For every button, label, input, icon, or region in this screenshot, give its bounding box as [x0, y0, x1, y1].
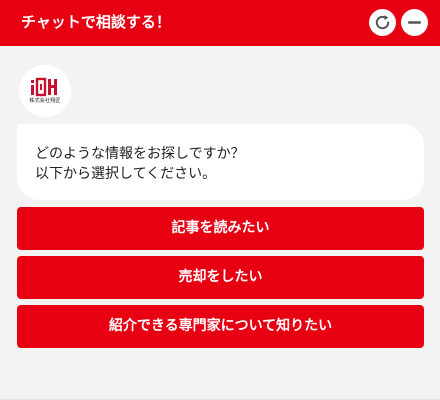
chat-header: チャットで相談する！ — [0, 0, 440, 46]
choice-read-articles-button[interactable]: 記事を読みたい — [17, 207, 424, 250]
choice-sell-button[interactable]: 売却をしたい — [17, 256, 424, 299]
message-line-2: 以下から選択してください。 — [35, 166, 217, 182]
minimize-icon — [408, 21, 421, 24]
company-logo — [31, 77, 57, 97]
choice-experts-button[interactable]: 紹介できる専門家について知りたい — [17, 305, 424, 348]
avatar: 株式会社翔匠 — [19, 65, 71, 117]
minimize-button[interactable] — [401, 9, 428, 36]
message-line-1: どのような情報をお探しですか？ — [35, 146, 245, 162]
refresh-icon — [375, 15, 390, 30]
chat-widget: チャットで相談する！ 株式会社翔匠 どのような情報をお探しですか？ 以下から選択… — [0, 0, 440, 400]
logo-caption: 株式会社翔匠 — [29, 98, 61, 104]
chat-title: チャットで相談する！ — [21, 13, 171, 31]
refresh-button[interactable] — [369, 9, 396, 36]
message-bubble: どのような情報をお探しですか？ 以下から選択してください。 — [17, 124, 424, 200]
